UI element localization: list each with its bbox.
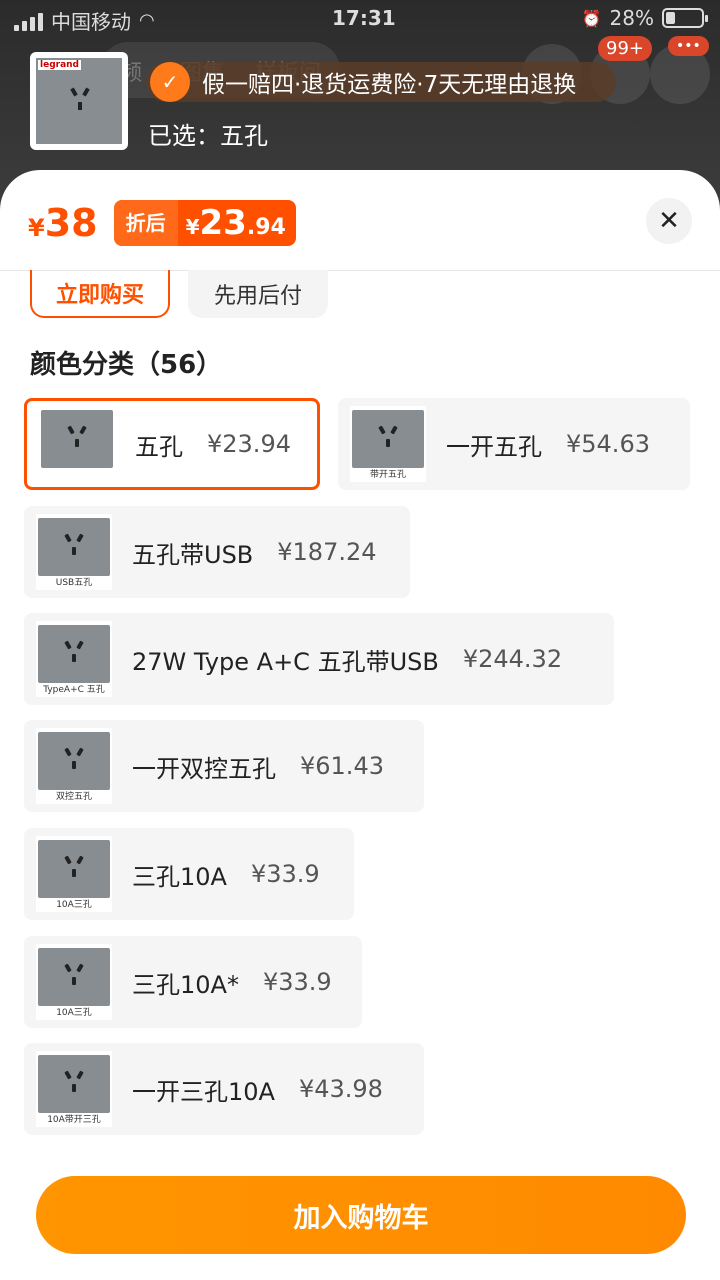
currency-symbol: ¥ xyxy=(28,214,45,242)
pay-later-option[interactable]: 先用后付 xyxy=(188,270,328,318)
variant-thumbnail: 带开五孔 xyxy=(350,406,426,482)
variant-name: 一开三孔10A xyxy=(132,1077,275,1106)
variant-option[interactable]: 10A三孔 三孔10A* ¥33.9 xyxy=(24,936,362,1028)
variant-option[interactable]: 五孔 ¥23.94 xyxy=(24,398,320,490)
variant-thumbnail: 双控五孔 xyxy=(36,728,112,804)
discount-price-tag: 折后 ¥ 23 .94 xyxy=(113,200,296,246)
close-button[interactable]: ✕ xyxy=(646,198,692,244)
socket-holes-icon xyxy=(67,425,89,448)
original-price-value: 38 xyxy=(44,201,98,245)
variant-name: 三孔10A xyxy=(132,862,227,891)
product-thumbnail[interactable]: legrand xyxy=(30,52,128,150)
discount-price: ¥ 23 .94 xyxy=(178,203,296,243)
guarantee-banner[interactable]: ✓ 假一赔四·退货运费险·7天无理由退换 xyxy=(146,62,616,102)
more-badge: ••• xyxy=(668,36,709,56)
battery-icon xyxy=(662,8,708,28)
pay-mode-row: 立即购买 先用后付 xyxy=(30,270,328,318)
variant-option[interactable]: 10A带开三孔 一开三孔10A ¥43.98 xyxy=(24,1043,424,1135)
status-right: ⏰ 28% xyxy=(581,6,708,30)
variant-price: ¥23.94 xyxy=(207,430,291,458)
add-to-cart-button[interactable]: 加入购物车 xyxy=(36,1176,686,1254)
variant-name: 五孔带USB xyxy=(132,540,254,569)
variant-thumbnail: 10A带开三孔 xyxy=(36,1051,112,1127)
socket-holes-icon xyxy=(70,87,92,110)
color-category-title: 颜色分类（56） xyxy=(30,350,223,380)
sku-selector-sheet: ¥ 38 折后 ¥ 23 .94 ✕ 立即购买 先用后付 颜色分类（56） 五孔… xyxy=(0,170,720,1280)
variant-name: 三孔10A* xyxy=(132,970,239,999)
variant-price: ¥244.32 xyxy=(462,645,563,673)
price-row: ¥ 38 折后 ¥ 23 .94 xyxy=(28,196,296,250)
status-bar: 中国移动 ◠ 17:31 ⏰ 28% xyxy=(0,0,720,38)
variant-thumbnail: TypeA+C 五孔 xyxy=(36,621,112,697)
battery-percent: 28% xyxy=(609,6,654,30)
variant-thumbnail: 10A三孔 xyxy=(36,944,112,1020)
variant-thumb-caption: 10A三孔 xyxy=(56,1008,92,1018)
variant-option[interactable]: 带开五孔 一开五孔 ¥54.63 xyxy=(338,398,690,490)
original-price: ¥ 38 xyxy=(28,201,98,245)
socket-holes-icon xyxy=(64,640,86,663)
brand-logo: legrand xyxy=(38,60,81,70)
buy-now-option[interactable]: 立即购买 xyxy=(30,270,170,318)
variant-thumbnail xyxy=(39,406,115,482)
variant-name: 一开双控五孔 xyxy=(132,754,276,783)
variant-option[interactable]: USB五孔 五孔带USB ¥187.24 xyxy=(24,506,410,598)
clock: 17:31 xyxy=(332,6,396,30)
socket-holes-icon xyxy=(378,425,400,448)
alarm-icon: ⏰ xyxy=(581,8,602,28)
variant-option[interactable]: TypeA+C 五孔 27W Type A+C 五孔带USB ¥244.32 xyxy=(24,613,614,705)
discount-currency: ¥ xyxy=(185,215,200,239)
selected-variant-label: 已选：五孔 xyxy=(148,122,268,150)
variant-thumb-caption: 双控五孔 xyxy=(55,792,92,802)
discount-label: 折后 xyxy=(113,200,178,246)
variant-thumb-caption: 带开五孔 xyxy=(369,470,406,480)
variant-name: 27W Type A+C 五孔带USB xyxy=(132,647,439,676)
discount-int: 23 xyxy=(199,203,247,243)
variant-thumb-caption: USB五孔 xyxy=(55,578,93,588)
carrier-name: 中国移动 xyxy=(51,10,131,34)
variant-thumb-caption: 10A带开三孔 xyxy=(47,1115,101,1125)
guarantee-text: 假一赔四·退货运费险·7天无理由退换 xyxy=(202,72,577,98)
variant-price: ¥33.9 xyxy=(262,968,332,996)
discount-dec: .94 xyxy=(246,215,286,240)
variant-thumb-caption: TypeA+C 五孔 xyxy=(43,685,105,695)
socket-holes-icon xyxy=(64,855,86,878)
variant-name: 五孔 xyxy=(135,432,183,461)
socket-holes-icon xyxy=(64,747,86,770)
variant-name: 一开五孔 xyxy=(446,432,542,461)
variant-option[interactable]: 双控五孔 一开双控五孔 ¥61.43 xyxy=(24,720,424,812)
socket-holes-icon xyxy=(64,1070,86,1093)
variant-thumbnail: 10A三孔 xyxy=(36,836,112,912)
variant-thumb-caption xyxy=(39,468,115,482)
cart-badge: 99+ xyxy=(598,36,652,61)
signal-icon xyxy=(14,11,43,31)
variant-price: ¥54.63 xyxy=(566,430,650,458)
variant-thumb-caption: 10A三孔 xyxy=(56,900,92,910)
variant-price: ¥187.24 xyxy=(277,538,377,566)
variant-thumbnail: USB五孔 xyxy=(36,514,112,590)
socket-holes-icon xyxy=(64,963,86,986)
carrier-info: 中国移动 ◠ xyxy=(14,6,155,35)
variant-price: ¥61.43 xyxy=(300,752,384,780)
variant-price: ¥43.98 xyxy=(298,1075,383,1103)
shield-check-icon: ✓ xyxy=(150,62,190,102)
socket-holes-icon xyxy=(64,533,86,556)
variant-price: ¥33.9 xyxy=(250,860,320,888)
variant-option[interactable]: 10A三孔 三孔10A ¥33.9 xyxy=(24,828,354,920)
wifi-icon: ◠ xyxy=(139,10,155,31)
